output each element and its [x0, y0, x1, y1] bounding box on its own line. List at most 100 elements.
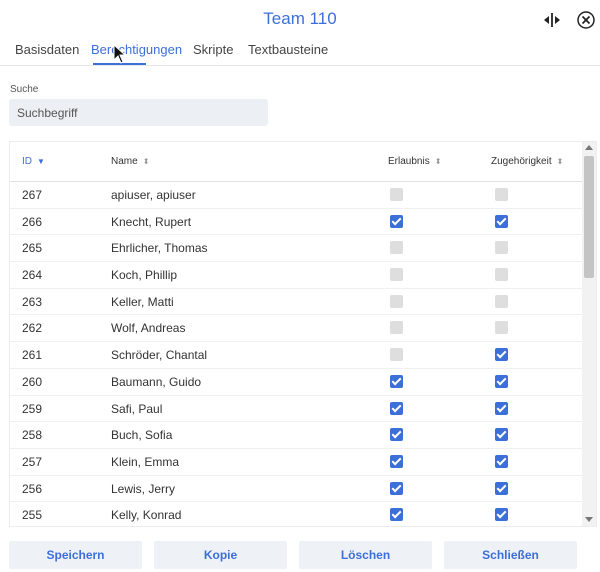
cell-name: Schröder, Chantal	[111, 348, 208, 363]
close-icon[interactable]	[577, 11, 595, 29]
split-view-icon[interactable]	[543, 11, 561, 29]
cell-id: 260	[22, 374, 43, 389]
cell-name: Keller, Matti	[111, 294, 174, 309]
cell-name: Knecht, Rupert	[111, 214, 192, 229]
column-header-name[interactable]: Name ⬍	[111, 156, 149, 167]
cell-name: Wolf, Andreas	[111, 321, 186, 336]
cell-name: Kelly, Konrad	[111, 508, 182, 523]
cell-name: Klein, Emma	[111, 454, 180, 469]
table-row[interactable]: 259 Safi, Paul	[10, 396, 582, 423]
permissions-table: ID ▼ Name ⬍ Erlaubnis ⬍ Zugehörigkeit ⬍ 267 a…	[9, 141, 597, 527]
zugehoerigkeit-checkbox[interactable]	[495, 214, 508, 228]
delete-button[interactable]: Löschen	[299, 541, 432, 569]
erlaubnis-checkbox[interactable]	[390, 454, 403, 468]
cell-name: Ehrlicher, Thomas	[111, 241, 208, 256]
cell-name: Baumann, Guido	[111, 374, 202, 389]
zugehoerigkeit-checkbox[interactable]	[495, 188, 508, 201]
team-dialog: Team 110 Basisdaten Berechtigungen Skrip…	[0, 0, 600, 572]
zugehoerigkeit-checkbox[interactable]	[495, 294, 508, 308]
cell-name: Buch, Sofia	[111, 428, 173, 443]
cell-name: Lewis, Jerry	[111, 481, 176, 496]
sort-icon: ⬍	[434, 157, 442, 166]
sort-icon: ⬍	[142, 157, 150, 166]
table-row[interactable]: 266 Knecht, Rupert	[10, 209, 582, 236]
sort-icon: ⬍	[556, 157, 564, 166]
column-header-erlaubnis[interactable]: Erlaubnis ⬍	[388, 156, 441, 167]
table-scrollbar[interactable]	[582, 142, 596, 526]
table-row[interactable]: 262 Wolf, Andreas	[10, 315, 582, 343]
erlaubnis-checkbox[interactable]	[390, 214, 403, 228]
erlaubnis-checkbox[interactable]	[390, 268, 403, 282]
tab-textbausteine[interactable]: Textbausteine	[248, 42, 328, 57]
dialog-footer: Speichern Kopie Löschen Schließen	[0, 541, 600, 569]
search-label: Suche	[10, 84, 39, 95]
table-row[interactable]: 255 Kelly, Konrad	[10, 502, 582, 526]
column-header-id[interactable]: ID ▼	[22, 156, 45, 167]
search-input[interactable]	[9, 99, 268, 126]
cell-id: 255	[22, 508, 43, 523]
zugehoerigkeit-checkbox[interactable]	[495, 268, 508, 282]
cell-id: 266	[22, 214, 43, 229]
zugehoerigkeit-checkbox[interactable]	[495, 481, 508, 495]
table-row[interactable]: 261 Schröder, Chantal	[10, 342, 582, 369]
zugehoerigkeit-checkbox[interactable]	[495, 454, 508, 468]
tab-bar: Basisdaten Berechtigungen Skripte Textba…	[0, 38, 600, 66]
erlaubnis-checkbox[interactable]	[390, 348, 403, 362]
table-row[interactable]: 256 Lewis, Jerry	[10, 476, 582, 503]
cell-id: 261	[22, 348, 43, 363]
erlaubnis-checkbox[interactable]	[390, 188, 403, 201]
table-row[interactable]: 257 Klein, Emma	[10, 449, 582, 476]
cell-id: 259	[22, 401, 43, 416]
table-row[interactable]: 258 Buch, Sofia	[10, 422, 582, 449]
erlaubnis-checkbox[interactable]	[390, 428, 403, 442]
scroll-thumb[interactable]	[584, 156, 594, 278]
cell-id: 263	[22, 294, 43, 309]
mouse-cursor-icon	[113, 44, 127, 64]
dialog-title: Team 110	[263, 9, 337, 28]
tab-berechtigungen[interactable]: Berechtigungen	[91, 42, 182, 57]
table-row[interactable]: 264 Koch, Phillip	[10, 262, 582, 289]
table-body: 267 apiuser, apiuser 266 Knecht, Rupert 265 E…	[10, 182, 582, 526]
zugehoerigkeit-checkbox[interactable]	[495, 348, 508, 362]
cell-name: Safi, Paul	[111, 401, 163, 416]
zugehoerigkeit-checkbox[interactable]	[495, 374, 508, 388]
cell-id: 267	[22, 188, 43, 202]
cell-name: Koch, Phillip	[111, 268, 178, 283]
tab-skripte[interactable]: Skripte	[193, 42, 233, 57]
column-header-name-label: Name	[111, 156, 138, 167]
save-button[interactable]: Speichern	[9, 541, 142, 569]
scroll-down-icon[interactable]	[585, 517, 593, 522]
sort-descending-icon: ▼	[37, 157, 45, 166]
column-header-erlaubnis-label: Erlaubnis	[388, 156, 430, 167]
zugehoerigkeit-checkbox[interactable]	[495, 241, 508, 255]
scroll-up-icon[interactable]	[585, 145, 593, 150]
column-header-zugehoerigkeit[interactable]: Zugehörigkeit ⬍	[491, 156, 563, 167]
table-row[interactable]: 265 Ehrlicher, Thomas	[10, 235, 582, 263]
erlaubnis-checkbox[interactable]	[390, 241, 403, 255]
zugehoerigkeit-checkbox[interactable]	[495, 321, 508, 335]
tab-basisdaten[interactable]: Basisdaten	[15, 42, 79, 57]
column-header-id-label: ID	[22, 156, 32, 167]
cell-id: 265	[22, 241, 43, 256]
erlaubnis-checkbox[interactable]	[390, 401, 403, 415]
cell-name: apiuser, apiuser	[111, 188, 196, 202]
cell-id: 256	[22, 481, 43, 496]
table-row[interactable]: 260 Baumann, Guido	[10, 369, 582, 396]
cell-id: 258	[22, 428, 43, 443]
zugehoerigkeit-checkbox[interactable]	[495, 401, 508, 415]
table-row[interactable]: 267 apiuser, apiuser	[10, 182, 582, 209]
erlaubnis-checkbox[interactable]	[390, 508, 403, 522]
close-button[interactable]: Schließen	[444, 541, 577, 569]
table-row[interactable]: 263 Keller, Matti	[10, 289, 582, 316]
erlaubnis-checkbox[interactable]	[390, 294, 403, 308]
zugehoerigkeit-checkbox[interactable]	[495, 428, 508, 442]
cell-id: 257	[22, 454, 43, 469]
cell-id: 262	[22, 321, 43, 336]
erlaubnis-checkbox[interactable]	[390, 374, 403, 388]
erlaubnis-checkbox[interactable]	[390, 321, 403, 335]
zugehoerigkeit-checkbox[interactable]	[495, 508, 508, 522]
cell-id: 264	[22, 268, 43, 283]
erlaubnis-checkbox[interactable]	[390, 481, 403, 495]
copy-button[interactable]: Kopie	[154, 541, 287, 569]
title-bar: Team 110	[0, 0, 600, 38]
